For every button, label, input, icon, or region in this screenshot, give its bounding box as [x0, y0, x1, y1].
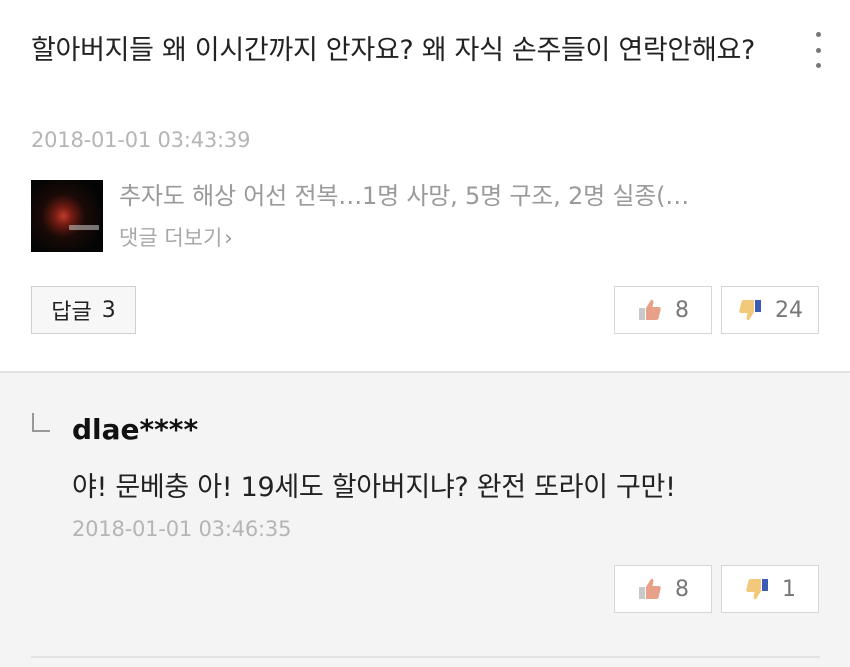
reply-dislike-count: 1: [782, 576, 796, 602]
reply-count: 3: [101, 297, 116, 323]
thumbs-up-icon: [637, 297, 663, 323]
reply-dislike-button[interactable]: 1: [721, 565, 819, 613]
reply-text: 야! 문베충 아! 19세도 할아버지냐? 완전 또라이 구만!: [72, 472, 676, 503]
comment-text: 할아버지들 왜 이시간까지 안자요? 왜 자식 손주들이 연락안해요?: [31, 35, 756, 66]
article-title[interactable]: 추자도 해상 어선 전복…1명 사망, 5명 구조, 2명 실종(…: [119, 180, 819, 212]
reply-label: 답글: [51, 300, 92, 325]
reply-like-button[interactable]: 8: [614, 565, 712, 613]
article-link[interactable]: 추자도 해상 어선 전복…1명 사망, 5명 구조, 2명 실종(… 댓글 더보…: [31, 180, 821, 252]
reply-like-count: 8: [675, 576, 689, 602]
article-thumbnail: [31, 180, 103, 252]
like-count: 8: [675, 297, 689, 323]
thumbs-down-icon: [744, 576, 770, 602]
reply-indent-icon: [32, 413, 50, 432]
more-comments-link[interactable]: 댓글 더보기›: [119, 222, 233, 252]
reply-button[interactable]: 답글 3: [31, 286, 136, 334]
comment-timestamp: 2018-01-01 03:43:39: [31, 128, 251, 152]
dislike-button[interactable]: 24: [721, 286, 819, 334]
thumbs-down-icon: [737, 297, 763, 323]
reply-author[interactable]: dlae****: [72, 413, 198, 446]
thumbs-up-icon: [637, 576, 663, 602]
more-comments-label: 댓글 더보기: [119, 226, 223, 250]
comment-card: 할아버지들 왜 이시간까지 안자요? 왜 자식 손주들이 연락안해요? 2018…: [0, 0, 850, 371]
chevron-right-icon: ›: [224, 226, 233, 250]
reply-card: dlae**** 야! 문베충 아! 19세도 할아버지냐? 완전 또라이 구만…: [0, 371, 850, 667]
reply-timestamp: 2018-01-01 03:46:35: [72, 517, 292, 541]
like-button[interactable]: 8: [614, 286, 712, 334]
dislike-count: 24: [775, 297, 803, 323]
more-vertical-icon[interactable]: [808, 32, 828, 68]
divider: [31, 656, 820, 658]
